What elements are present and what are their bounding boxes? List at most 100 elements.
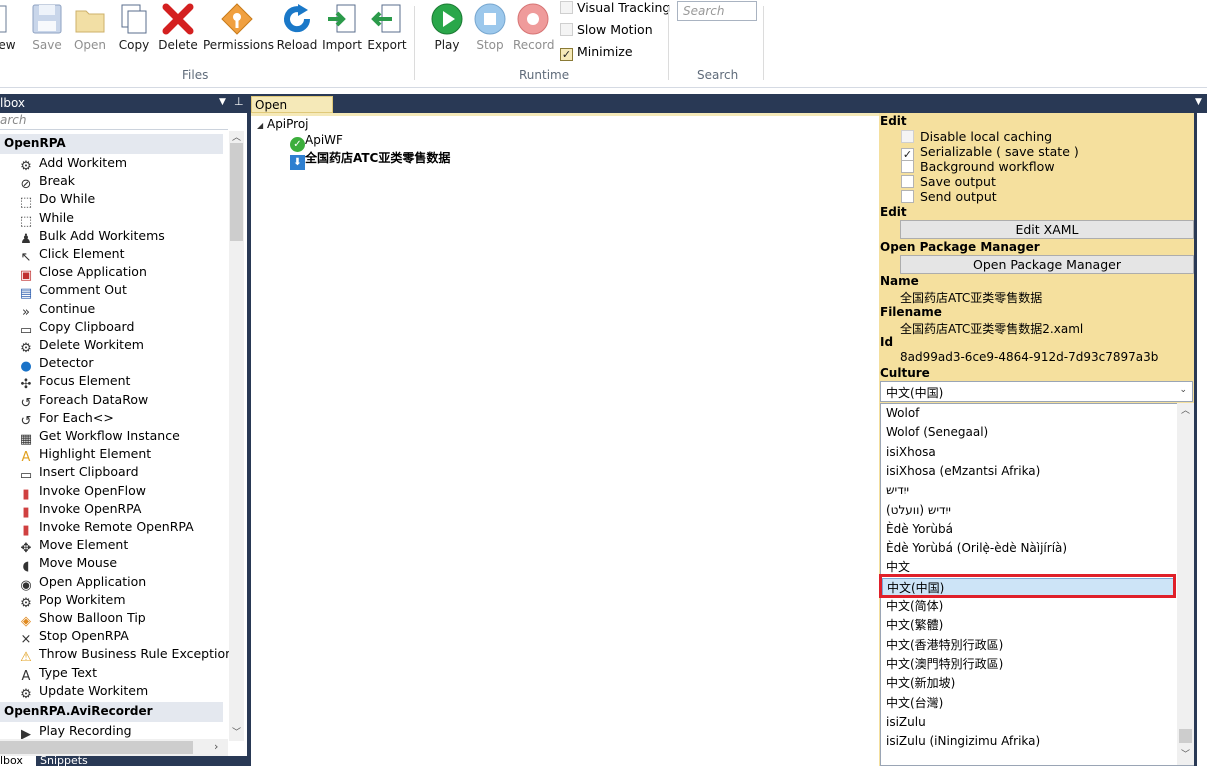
toolbox-item-pop-workitem[interactable]: ⚙ Pop Workitem	[18, 592, 223, 611]
culture-option[interactable]: ייִדיש (וועלט)	[886, 501, 951, 520]
culture-option[interactable]: 中文(台灣)	[886, 694, 943, 713]
runtime-option-visual-tracking[interactable]: Visual Tracking	[560, 0, 670, 18]
culture-option[interactable]: 中文(中国)	[882, 577, 1176, 597]
toolbox-search-input[interactable]: arch	[0, 113, 228, 130]
record-button[interactable]: Record	[513, 2, 554, 62]
toolbox-item-invoke-remote-openrpa[interactable]: ▮ Invoke Remote OpenRPA	[18, 519, 223, 538]
checkbox[interactable]	[560, 23, 573, 36]
export-button[interactable]: Export	[366, 2, 408, 62]
toolbox-item-update-workitem[interactable]: ⚙ Update Workitem	[18, 683, 223, 702]
checkbox[interactable]	[901, 160, 914, 173]
scroll-thumb[interactable]	[0, 741, 193, 754]
ribbon-search-input[interactable]: Search	[677, 1, 757, 21]
culture-option[interactable]: ייִדיש	[886, 481, 909, 500]
culture-option[interactable]: Èdè Yorùbá (Orilẹ̀-èdè Nàìjíríà)	[886, 539, 1067, 558]
dropdown-icon[interactable]: ▼	[219, 97, 226, 107]
culture-select[interactable]: 中文(中国) ⌄	[880, 381, 1193, 402]
checkbox[interactable]	[560, 1, 573, 14]
toolbox-category-openrpa-avirecorder[interactable]: OpenRPA.AviRecorder	[0, 702, 223, 722]
tab-snippets[interactable]: Snippets	[40, 756, 100, 766]
scroll-thumb[interactable]	[230, 143, 243, 241]
stop-button[interactable]: Stop	[470, 2, 510, 62]
reload-button[interactable]: Reload	[275, 2, 319, 62]
culture-option[interactable]: 中文	[886, 558, 910, 577]
option-save-output[interactable]: Save output	[901, 174, 996, 189]
toolbox-item-close-application[interactable]: ▣ Close Application	[18, 264, 223, 283]
checkbox[interactable]	[901, 175, 914, 188]
toolbox-vertical-scrollbar[interactable]: ︿ ﹀	[229, 131, 244, 741]
runtime-option-slow-motion[interactable]: Slow Motion	[560, 22, 653, 40]
option-background-workflow[interactable]: Background workflow	[901, 159, 1055, 174]
edit-xaml-button[interactable]: Edit XAML	[900, 220, 1194, 239]
toolbox-item-do-while[interactable]: ⬚ Do While	[18, 191, 223, 210]
toolbox-item-invoke-openrpa[interactable]: ▮ Invoke OpenRPA	[18, 501, 223, 520]
culture-option[interactable]: 中文(香港特別行政區)	[886, 636, 1003, 655]
toolbox-item-click-element[interactable]: ↖ Click Element	[18, 246, 223, 265]
culture-option[interactable]: 中文(澳門特別行政區)	[886, 655, 1003, 674]
toolbox-item-comment-out[interactable]: ▤ Comment Out	[18, 282, 223, 301]
toolbox-item-type-text[interactable]: A Type Text	[18, 665, 223, 684]
toolbox-item-detector[interactable]: ● Detector	[18, 355, 223, 374]
toolbox-item-invoke-openflow[interactable]: ▮ Invoke OpenFlow	[18, 483, 223, 502]
culture-option[interactable]: isiXhosa (eMzantsi Afrika)	[886, 462, 1040, 481]
tree-item-workflow[interactable]: ⬇ 全国药店ATC亚类零售数据	[290, 149, 450, 170]
toolbox-item-throw-business-rule-exception[interactable]: ⚠ Throw Business Rule Exception	[18, 646, 233, 665]
permissions-button[interactable]: Permissions	[203, 2, 274, 62]
toolbox-item-highlight-element[interactable]: A Highlight Element	[18, 446, 223, 465]
toolbox-item-break[interactable]: ⊘ Break	[18, 173, 223, 192]
culture-option[interactable]: Wolof	[886, 404, 919, 423]
culture-option[interactable]: isiZulu (iNingizimu Afrika)	[886, 732, 1040, 751]
toolbox-item-get-workflow-instance[interactable]: ▦ Get Workflow Instance	[18, 428, 223, 447]
toolbox-item-add-workitem[interactable]: ⚙ Add Workitem	[18, 155, 223, 174]
open-button[interactable]: Open	[72, 2, 108, 62]
option-send-output[interactable]: Send output	[901, 189, 997, 204]
toolbox-item-copy-clipboard[interactable]: ▭ Copy Clipboard	[18, 319, 223, 338]
toolbox-item-bulk-add-workitems[interactable]: ♟ Bulk Add Workitems	[18, 228, 223, 247]
tab-toolbox[interactable]: lbox	[0, 756, 36, 766]
runtime-option-minimize[interactable]: ✓ Minimize	[560, 44, 633, 62]
scroll-down-icon[interactable]: ﹀	[1181, 747, 1190, 760]
culture-option[interactable]: Wolof (Senegaal)	[886, 423, 988, 442]
culture-option[interactable]: 中文(繁體)	[886, 616, 943, 635]
toolbox-item-while[interactable]: ⬚ While	[18, 210, 223, 229]
toolbox-item-delete-workitem[interactable]: ⚙ Delete Workitem	[18, 337, 223, 356]
chevron-down-icon[interactable]: ⌄	[1179, 385, 1187, 395]
toolbox-horizontal-scrollbar[interactable]: ›	[0, 739, 228, 756]
scroll-up-icon[interactable]: ︿	[1181, 403, 1190, 416]
name-value[interactable]: 全国药店ATC亚类零售数据	[900, 289, 1042, 306]
culture-option[interactable]: Èdè Yorùbá	[886, 520, 953, 539]
filename-value[interactable]: 全国药店ATC亚类零售数据2.xaml	[900, 320, 1083, 337]
toolbox-item-foreach-datarow[interactable]: ↺ Foreach DataRow	[18, 392, 223, 411]
pin-icon[interactable]: ⊥	[234, 95, 244, 108]
save-button[interactable]: Save	[30, 2, 64, 62]
delete-button[interactable]: Delete	[158, 2, 198, 62]
toolbox-item-continue[interactable]: » Continue	[18, 301, 223, 320]
project-tree-area[interactable]: ◢ ApiProj ✓ ApiWF ⬇ 全国药店ATC亚类零售数据	[251, 113, 879, 766]
scroll-down-icon[interactable]: ﹀	[232, 725, 241, 738]
id-value[interactable]: 8ad99ad3-6ce9-4864-912d-7d93c7897a3b	[900, 350, 1158, 364]
dropdown-icon[interactable]: ▼	[1195, 97, 1202, 107]
culture-list-scrollbar[interactable]: ︿ ﹀	[1177, 403, 1194, 765]
scroll-thumb[interactable]	[1179, 729, 1192, 743]
tree-root[interactable]: ◢ ApiProj	[257, 117, 309, 131]
tab-open-project[interactable]: Open project	[251, 96, 333, 126]
toolbox-item-stop-openrpa[interactable]: × Stop OpenRPA	[18, 628, 223, 647]
new-button[interactable]: ew▼	[0, 2, 22, 62]
toolbox-item-for-each[interactable]: ↺ For Each<>	[18, 410, 223, 429]
scroll-up-icon[interactable]: ︿	[232, 130, 241, 143]
culture-option[interactable]: 中文(简体)	[886, 597, 943, 616]
toolbox-category-openrpa[interactable]: OpenRPA	[0, 134, 223, 154]
open-package-manager-button[interactable]: Open Package Manager	[900, 255, 1194, 274]
culture-dropdown-list[interactable]: Wolof Wolof (Senegaal) isiXhosa isiXhosa (e…	[880, 403, 1194, 766]
toolbox-item-move-element[interactable]: ✥ Move Element	[18, 537, 223, 556]
checkbox[interactable]: ✓	[560, 48, 573, 61]
toolbox-item-open-application[interactable]: ◉ Open Application	[18, 574, 223, 593]
play-button[interactable]: Play	[427, 2, 467, 62]
toolbox-item-focus-element[interactable]: ✣ Focus Element	[18, 373, 223, 392]
copy-button[interactable]: Copy	[116, 2, 152, 62]
culture-option[interactable]: isiXhosa	[886, 443, 936, 462]
import-button[interactable]: Import	[320, 2, 364, 62]
toolbox-item-move-mouse[interactable]: ◖ Move Mouse	[18, 555, 223, 574]
scroll-right-icon[interactable]: ›	[214, 740, 218, 753]
checkbox[interactable]	[901, 190, 914, 203]
